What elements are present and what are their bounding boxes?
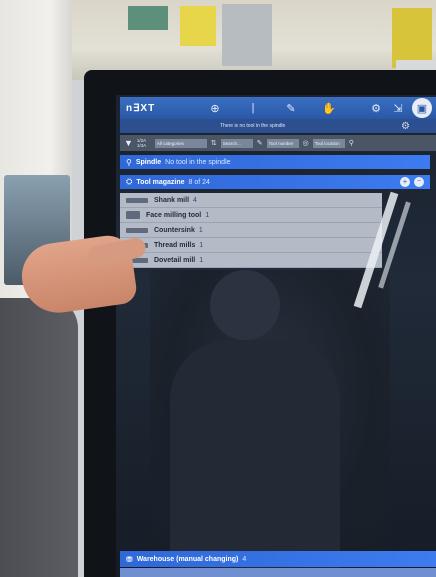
code-line-2: 1/3A <box>136 143 147 148</box>
filter-toolbar: ▼ 1/2A 1/3A All categories ⇅ Search... ✎… <box>120 135 436 151</box>
background-yellow-machine <box>392 8 432 68</box>
spindle-section[interactable]: ⚲ Spindle No tool in the spindle <box>120 155 430 169</box>
warehouse-section[interactable]: ⛃ Warehouse (manual changing) 4 <box>120 551 436 567</box>
tool-count: 1 <box>199 256 204 264</box>
settings-gear-icon[interactable]: ⚙ <box>401 121 410 132</box>
app-logo: n∃XT <box>126 102 156 114</box>
edit-icon[interactable]: ✎ <box>283 100 299 116</box>
category-select[interactable]: All categories <box>154 138 207 148</box>
spindle-status-bar: There is no tool in the spindle ⚙ <box>120 119 436 133</box>
shank-mill-icon <box>126 197 148 203</box>
warehouse-count: 4 <box>242 555 247 563</box>
tool-count: 1 <box>199 241 204 249</box>
tool-location-input[interactable]: Tool location <box>312 138 345 148</box>
status-message: There is no tool in the spindle <box>220 123 286 129</box>
tool-name: Face milling tool <box>146 211 202 219</box>
tool-magazine-section[interactable]: ⛭ Tool magazine 8 of 24 + − <box>120 175 430 189</box>
topbar-right-group: ⚙ ⇲ ▣ <box>362 98 432 118</box>
tool-count: 1 <box>205 211 210 219</box>
crosshair-icon[interactable]: ⊕ <box>207 100 223 116</box>
spindle-icon: ⚲ <box>126 157 132 167</box>
tool-row-1[interactable]: Face milling tool 1 <box>120 208 382 223</box>
tool-name: Dovetail mill <box>154 256 196 264</box>
export-icon[interactable]: ⇲ <box>390 100 406 116</box>
countersink-icon <box>126 227 148 233</box>
tool-number-input[interactable]: Tool number <box>266 138 299 148</box>
hand-icon[interactable]: ✋ <box>321 100 337 116</box>
spindle-subtitle: No tool in the spindle <box>165 158 231 166</box>
magazine-icon: ⛭ <box>126 177 133 186</box>
reflected-person-head <box>210 270 280 340</box>
code-block: 1/2A 1/3A <box>137 138 151 148</box>
search-input[interactable]: Search... <box>220 138 253 148</box>
background-machine-column <box>222 4 272 66</box>
pencil-icon[interactable]: ✎ <box>257 139 263 147</box>
tool-management-app: n∃XT ⊕ | ✎ ✋ ⚙ ⇲ ▣ There is no tool in t… <box>120 97 436 277</box>
magazine-title: Tool magazine <box>136 178 185 186</box>
filter-icon[interactable]: ▼ <box>124 138 133 148</box>
next-section-strip <box>120 568 436 577</box>
add-tool-button[interactable]: + <box>400 177 410 187</box>
tool-name: Countersink <box>154 226 195 234</box>
tool-name: Shank mill <box>154 196 190 204</box>
magazine-count: 8 of 24 <box>188 178 210 186</box>
tool-count: 4 <box>193 196 197 204</box>
tool-name: Thread mills <box>154 241 196 249</box>
person-arm <box>0 298 78 577</box>
tool-row-4[interactable]: Dovetail mill 1 <box>120 253 382 268</box>
top-navigation-bar: n∃XT ⊕ | ✎ ✋ ⚙ ⇲ ▣ <box>120 97 436 119</box>
tool-row-3[interactable]: Thread mills 1 <box>120 238 382 253</box>
machine-icon[interactable]: ▣ <box>412 98 432 118</box>
background-machine-part <box>128 6 168 30</box>
tool-icon[interactable]: ⚙ <box>368 100 384 116</box>
tool-row-2[interactable]: Countersink 1 <box>120 223 382 238</box>
search-icon[interactable]: ⚲ <box>349 139 354 147</box>
location-icon[interactable]: ◎ <box>303 139 309 147</box>
spindle-title: Spindle <box>135 158 162 166</box>
sort-icon[interactable]: ⇅ <box>211 139 217 147</box>
line-icon[interactable]: | <box>245 100 261 116</box>
warehouse-icon: ⛃ <box>126 554 133 564</box>
collapse-button[interactable]: − <box>414 177 424 187</box>
face-mill-icon <box>126 211 140 219</box>
tool-row-0[interactable]: Shank mill 4 <box>120 193 382 208</box>
background-yellow-panel <box>180 6 216 46</box>
reflected-person-body <box>170 340 340 577</box>
tool-count: 1 <box>198 226 203 234</box>
warehouse-title: Warehouse (manual changing) <box>136 555 239 563</box>
